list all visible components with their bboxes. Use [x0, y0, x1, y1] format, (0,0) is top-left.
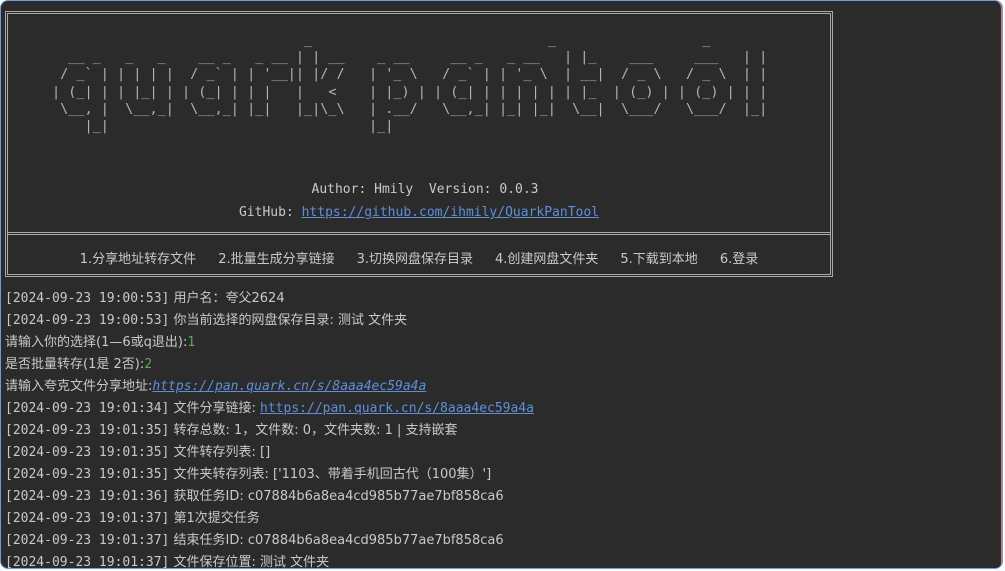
author-version-line: Author: Hmily Version: 0.0.3 — [311, 182, 539, 197]
menu-item-switch-dir: 3.切换网盘保存目录 — [356, 252, 473, 267]
github-line: GitHub: https://github.com/ihmily/QuarkP… — [8, 205, 830, 220]
prompt-line: 请输入你的选择(1—6或q退出):1 — [5, 333, 995, 355]
menu-item-share-save: 1.分享地址转存文件 — [79, 252, 197, 267]
github-link[interactable]: https://github.com/ihmily/QuarkPanTool — [302, 205, 599, 220]
terminal-output[interactable]: _ _ _ __ _ _ _ __ _ _ __ | | __ _ __ __ … — [5, 1, 1000, 569]
log-line: [2024-09-23 19:01:35] 文件夹转存列表: ['1103、带着… — [5, 465, 995, 487]
log-message: 转存总数: 1，文件数: 0，文件夹数: 1 | 支持嵌套 — [169, 423, 458, 438]
ascii-line: |_| |_| — [52, 118, 394, 135]
menu-item-batch-share: 2.批量生成分享链接 — [218, 252, 335, 267]
log-line: [2024-09-23 19:00:53] 用户名：夸父2624 — [5, 289, 995, 311]
prompt-line: 请输入夸克文件分享地址:https://pan.quark.cn/s/8aaa4… — [5, 377, 995, 399]
log-timestamp: [2024-09-23 19:01:35] — [5, 467, 170, 482]
github-label: GitHub: — [238, 205, 302, 220]
ascii-line: _ _ _ — [52, 32, 711, 48]
log-line: [2024-09-23 19:00:53] 你当前选择的网盘保存目录: 测试 文… — [5, 311, 995, 333]
log-message: 结束任务ID: c07884b6a8ea4cd985b77ae7bf858ca6 — [169, 533, 504, 548]
prompt-text: 是否批量转存(1是 2否): — [5, 357, 145, 372]
menu-item-create-folder: 4.创建网盘文件夹 — [495, 252, 599, 267]
log-line: [2024-09-23 19:01:35] 转存总数: 1，文件数: 0，文件夹… — [5, 421, 995, 443]
log-timestamp: [2024-09-23 19:01:36] — [5, 489, 170, 504]
log-line: [2024-09-23 19:01:34] 文件分享链接: https://pa… — [5, 399, 995, 421]
user-input-value: 2 — [144, 357, 153, 372]
ascii-line: | (_| | | |_| | | (_| | | | | < | |_) | … — [52, 83, 768, 100]
prompt-line: 是否批量转存(1是 2否):2 — [5, 355, 995, 377]
menu-item-login: 6.登录 — [719, 252, 759, 267]
log-line: [2024-09-23 19:01:37] 文件保存位置: 测试 文件夹 — [5, 553, 995, 569]
log-line: [2024-09-23 19:01:35] 文件转存列表: [] — [5, 443, 995, 465]
prompt-text: 请输入夸克文件分享地址: — [5, 379, 153, 394]
log-timestamp: [2024-09-23 19:01:37] — [5, 511, 170, 526]
ascii-line: __ _ _ _ __ _ _ __ | | __ _ __ __ _ _ __… — [52, 49, 768, 66]
log-message: 文件保存位置: 测试 文件夹 — [169, 555, 330, 569]
banner-divider — [8, 232, 830, 235]
menu-item-download: 5.下载到本地 — [620, 252, 698, 267]
log-message: 获取任务ID: c07884b6a8ea4cd985b77ae7bf858ca6 — [169, 489, 504, 504]
log-line: [2024-09-23 19:01:37] 结束任务ID: c07884b6a8… — [5, 531, 995, 553]
log-timestamp: [2024-09-23 19:00:53] — [5, 291, 170, 306]
log-timestamp: [2024-09-23 19:01:35] — [5, 445, 170, 460]
ascii-line: \__, | \__,_| \__,_| |_| |_|\_\ | .__/ \… — [52, 100, 768, 117]
log-message: 文件分享链接: — [169, 401, 261, 416]
banner-frame: _ _ _ __ _ _ _ __ _ _ __ | | __ _ __ __ … — [5, 11, 833, 277]
share-link[interactable]: https://pan.quark.cn/s/8aaa4ec59a4a — [260, 401, 534, 416]
ascii-line: / _` | | | | | / _` | | '__|| |/ / | '_ … — [52, 66, 768, 83]
log-message: 文件夹转存列表: ['1103、带着手机回古代（100集）'] — [169, 467, 492, 482]
log-message: 第1次提交任务 — [169, 511, 260, 526]
log-timestamp: [2024-09-23 19:01:37] — [5, 555, 170, 569]
prompt-text: 请输入你的选择(1—6或q退出): — [5, 335, 188, 350]
share-link-input[interactable]: https://pan.quark.cn/s/8aaa4ec59a4a — [152, 379, 426, 394]
user-input-value: 1 — [187, 335, 196, 350]
log-timestamp: [2024-09-23 19:00:53] — [5, 313, 170, 328]
log-line: [2024-09-23 19:01:36] 获取任务ID: c07884b6a8… — [5, 487, 995, 509]
log-message: 用户名：夸父2624 — [169, 291, 285, 306]
log-message: 文件转存列表: [] — [169, 445, 271, 460]
log-timestamp: [2024-09-23 19:01:34] — [5, 401, 170, 416]
ascii-logo: _ _ _ __ _ _ _ __ _ _ __ | | __ _ __ __ … — [52, 32, 767, 135]
log-message: 你当前选择的网盘保存目录: 测试 文件夹 — [169, 313, 408, 328]
log-line: [2024-09-23 19:01:37] 第1次提交任务 — [5, 509, 995, 531]
log-output: [2024-09-23 19:00:53] 用户名：夸父2624 [2024-0… — [5, 289, 995, 569]
main-menu: 1.分享地址转存文件 2.批量生成分享链接 3.切换网盘保存目录 4.创建网盘文件夹 5… — [8, 248, 830, 267]
log-timestamp: [2024-09-23 19:01:35] — [5, 423, 170, 438]
log-timestamp: [2024-09-23 19:01:37] — [5, 533, 170, 548]
terminal-window: _ _ _ __ _ _ _ __ _ _ __ | | __ _ __ __ … — [0, 0, 1003, 569]
